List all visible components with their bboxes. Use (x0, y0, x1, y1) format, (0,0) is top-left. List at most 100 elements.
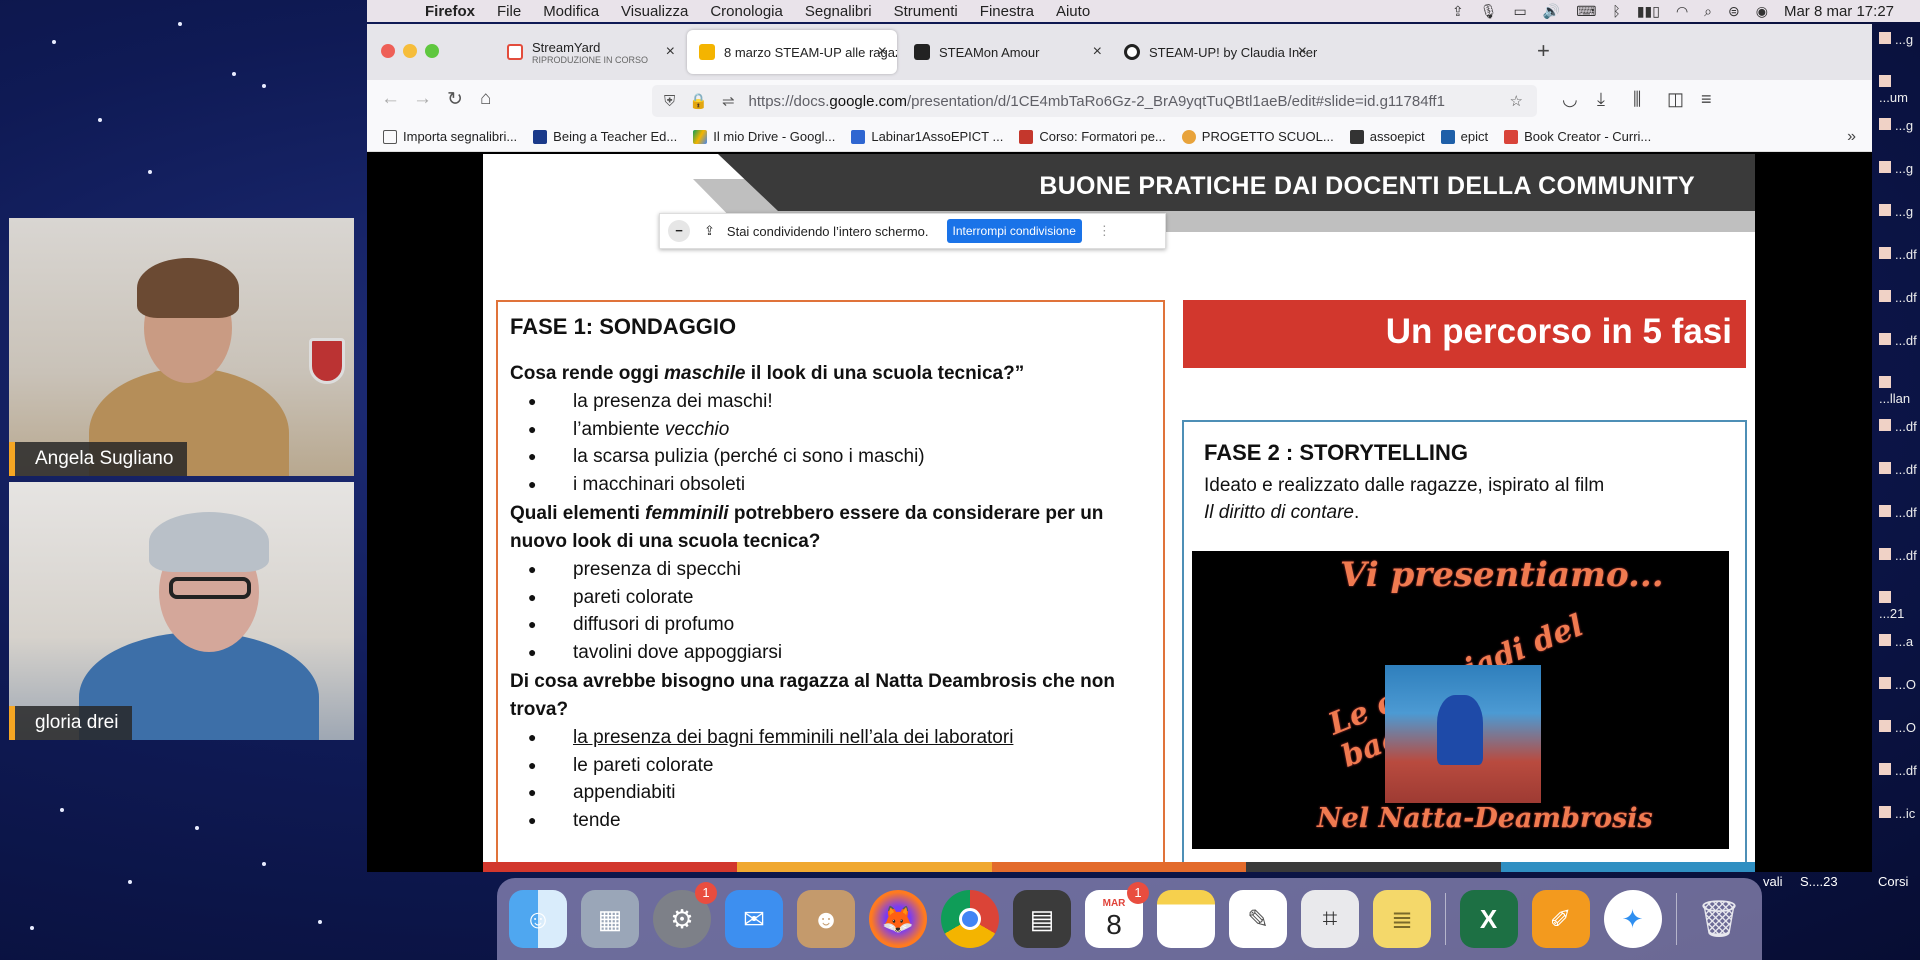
drag-handle-icon[interactable]: ⋮ (1098, 223, 1111, 239)
close-tab-icon[interactable]: × (878, 43, 887, 61)
keyboard-icon[interactable]: ⌨ (1576, 3, 1596, 20)
contacts-icon[interactable]: ☻ (797, 890, 855, 948)
desktop-file-item[interactable]: ...df (1879, 290, 1917, 305)
minimize-share-bar-button[interactable]: − (668, 220, 690, 242)
desktop-file-item[interactable]: ...g (1879, 204, 1913, 219)
desktop-file-item[interactable]: ...df (1879, 548, 1917, 563)
desktop-file-item[interactable]: ...O (1879, 677, 1916, 692)
calculator-icon[interactable]: ▤ (1013, 890, 1071, 948)
lock-icon[interactable]: 🔒 (689, 92, 708, 110)
bookmark-item[interactable]: epict (1440, 129, 1488, 144)
desktop-file-item[interactable]: ...O (1879, 720, 1916, 735)
close-tab-icon[interactable]: × (666, 43, 675, 61)
close-tab-icon[interactable]: × (1298, 43, 1307, 61)
wifi-icon[interactable]: ◠ (1676, 3, 1688, 20)
desktop-file-label[interactable]: Corsi (1878, 874, 1908, 889)
more-bookmarks-icon[interactable]: » (1847, 128, 1856, 146)
menu-cronologia[interactable]: Cronologia (710, 3, 783, 20)
bookmark-item[interactable]: PROGETTO SCUOL... (1181, 129, 1334, 144)
sidebar-icon[interactable]: ◫ (1667, 89, 1684, 110)
calendar-icon[interactable]: MAR 8 1 (1085, 882, 1149, 948)
tab-streamyard[interactable]: StreamYard RIPRODUZIONE IN CORSO × (495, 30, 685, 74)
desktop-file-item[interactable]: ...a (1879, 634, 1913, 649)
launchpad-icon[interactable]: ▦ (581, 890, 639, 948)
desktop-file-item[interactable]: ...21 (1879, 591, 1920, 621)
bookmark-item[interactable]: Labinar1AssoEPICT ... (851, 129, 1003, 144)
chrome-icon[interactable] (941, 890, 999, 948)
menu-modifica[interactable]: Modifica (543, 3, 599, 20)
stop-sharing-button[interactable]: Interrompi condivisione (946, 219, 1082, 243)
bookmark-item[interactable]: Il mio Drive - Googl... (693, 129, 835, 144)
tab-steam-up-github[interactable]: STEAM-UP! by Claudia Incerti o × (1112, 30, 1317, 74)
desktop-file-label[interactable]: S....23 (1800, 874, 1838, 889)
desktop-file-item[interactable]: ...df (1879, 333, 1917, 348)
system-preferences-icon[interactable]: ⚙ 1 (653, 882, 717, 948)
close-window-button[interactable] (381, 44, 395, 58)
zoom-window-button[interactable] (425, 44, 439, 58)
share-status-icon[interactable]: ⇪ (1452, 3, 1464, 20)
screen-mirror-icon[interactable]: ▭ (1514, 3, 1527, 20)
url-text[interactable]: https://docs.google.com/presentation/d/1… (749, 93, 1502, 110)
textedit-icon[interactable]: ✎ (1229, 890, 1287, 948)
desktop-file-item[interactable]: ...df (1879, 462, 1917, 477)
tab-steamon-amour[interactable]: STEAMon Amour × (902, 30, 1112, 74)
back-icon[interactable]: ← (381, 88, 400, 110)
url-bar[interactable]: ⛨ 🔒 ⇌ https://docs.google.com/presentati… (652, 85, 1537, 117)
trash-icon[interactable]: 🗑 (1690, 890, 1748, 948)
desktop-file-item[interactable]: ...df (1879, 419, 1917, 434)
menu-icon[interactable]: ≡ (1701, 89, 1712, 110)
firefox-icon[interactable]: 🦊 (869, 890, 927, 948)
video-tile-participant-1[interactable]: Angela Sugliano (9, 218, 354, 476)
finder-icon[interactable]: ☺ (509, 890, 567, 948)
pocket-icon[interactable]: ◡ (1562, 89, 1578, 110)
desktop-file-label[interactable]: vali (1763, 874, 1783, 889)
bookmark-item[interactable]: Corso: Formatori pe... (1019, 129, 1166, 144)
menu-strumenti[interactable]: Strumenti (894, 3, 958, 20)
spotlight-search-icon[interactable]: ⌕ (1704, 3, 1712, 20)
tab-steam-up-slides[interactable]: 8 marzo STEAM-UP alle ragazz × (687, 30, 897, 74)
siri-icon[interactable]: ◉ (1756, 3, 1768, 20)
battery-icon[interactable]: ▮▮▯ (1637, 3, 1660, 20)
bookmark-item[interactable]: Importa segnalibri... (383, 129, 517, 144)
menu-segnalibri[interactable]: Segnalibri (805, 3, 872, 20)
menu-file[interactable]: File (497, 3, 521, 20)
desktop-file-item[interactable]: ...ic (1879, 806, 1915, 821)
control-center-icon[interactable]: ⊜ (1728, 3, 1740, 20)
desktop-file-item[interactable]: ...g (1879, 161, 1913, 176)
bookmark-item[interactable]: Book Creator - Curri... (1504, 129, 1651, 144)
video-tile-participant-2[interactable]: gloria drei (9, 482, 354, 740)
pages-icon[interactable]: ✐ (1531, 890, 1590, 948)
menubar-clock[interactable]: Mar 8 mar 17:27 (1784, 3, 1894, 20)
desktop-file-item[interactable]: ...llan (1879, 376, 1920, 406)
menu-aiuto[interactable]: Aiuto (1056, 3, 1090, 20)
desktop-file-item[interactable]: ...df (1879, 247, 1917, 262)
menu-app-name[interactable]: Firefox (425, 3, 475, 20)
bookmark-star-icon[interactable]: ☆ (1510, 92, 1523, 110)
menu-finestra[interactable]: Finestra (980, 3, 1034, 20)
notes-icon[interactable] (1157, 890, 1215, 948)
tracking-protection-icon[interactable]: ⛨ (664, 93, 675, 110)
bluetooth-icon[interactable]: ᛒ (1612, 3, 1620, 19)
bookmark-item[interactable]: assoepict (1349, 129, 1425, 144)
reload-icon[interactable]: ↻ (447, 88, 463, 111)
minimize-window-button[interactable] (403, 44, 417, 58)
excel-icon[interactable]: X (1459, 890, 1518, 948)
screenshot-icon[interactable]: ⌗ (1301, 890, 1359, 948)
downloads-icon[interactable]: ⤓ (1597, 89, 1605, 110)
desktop-file-item[interactable]: ...g (1879, 32, 1913, 47)
menu-visualizza[interactable]: Visualizza (621, 3, 688, 20)
safari-icon[interactable]: ✦ (1603, 890, 1662, 948)
permissions-icon[interactable]: ⇌ (722, 92, 735, 110)
desktop-file-item[interactable]: ...df (1879, 505, 1917, 520)
volume-icon[interactable]: 🔊 (1543, 3, 1560, 20)
microphone-icon[interactable]: 🎙 (1480, 3, 1498, 20)
desktop-file-item[interactable]: ...df (1879, 763, 1917, 778)
new-tab-icon[interactable]: + (1537, 38, 1550, 64)
desktop-file-item[interactable]: ...um (1879, 75, 1920, 105)
home-icon[interactable]: ⌂ (480, 88, 491, 110)
bookmark-item[interactable]: Being a Teacher Ed... (533, 129, 677, 144)
close-tab-icon[interactable]: × (1093, 43, 1102, 61)
desktop-file-item[interactable]: ...g (1879, 118, 1913, 133)
stickies-icon[interactable]: ≣ (1373, 890, 1431, 948)
library-icon[interactable]: ⫼ (1633, 89, 1641, 110)
